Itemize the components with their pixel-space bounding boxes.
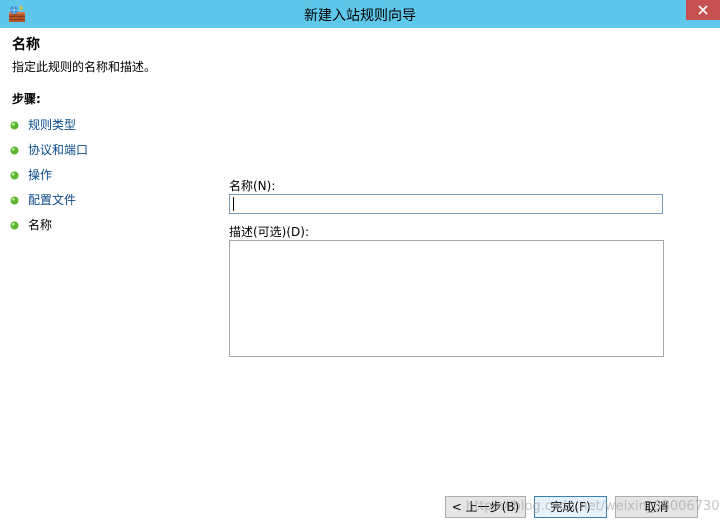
- step-label: 操作: [28, 168, 53, 182]
- step-bullet-icon: [10, 219, 19, 230]
- name-field-label: 名称(N):: [229, 179, 276, 193]
- step-label: 协议和端口: [28, 143, 89, 157]
- title-bar[interactable]: 新建入站规则向导: [0, 0, 720, 28]
- step-label: 配置文件: [28, 193, 77, 207]
- page-header: 名称 指定此规则的名称和描述。: [0, 28, 720, 80]
- step-bullet-icon: [10, 194, 19, 205]
- window-title: 新建入站规则向导: [304, 8, 416, 24]
- step-label: 规则类型: [28, 118, 77, 132]
- finish-button[interactable]: 完成(F): [534, 496, 607, 518]
- description-input[interactable]: [229, 240, 664, 357]
- name-input[interactable]: [229, 194, 663, 214]
- close-button[interactable]: [686, 0, 720, 20]
- wizard-window: 新建入站规则向导 名称 指定此规则的名称和描述。 步骤: 规则类型协议和端口操作…: [0, 0, 720, 529]
- cancel-button[interactable]: 取消: [615, 496, 698, 518]
- text-cursor: [233, 197, 234, 211]
- page-title: 名称: [12, 37, 40, 53]
- step-bullet-icon: [10, 119, 19, 130]
- step-bullet-icon: [10, 169, 19, 180]
- description-field-label: 描述(可选)(D):: [229, 225, 310, 239]
- step-label: 名称: [28, 218, 53, 232]
- page-subtitle: 指定此规则的名称和描述。: [12, 60, 157, 74]
- step-bullet-icon: [10, 144, 19, 155]
- back-button[interactable]: < 上一步(B): [445, 496, 526, 518]
- steps-heading: 步骤:: [12, 92, 41, 106]
